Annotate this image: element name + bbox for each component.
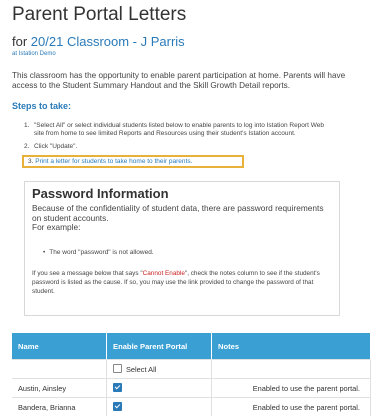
- subtitle-prefix: for: [12, 34, 27, 49]
- step-number: 2.: [24, 143, 34, 151]
- classroom-link[interactable]: 20/21 Classroom - J Parris: [31, 34, 185, 49]
- column-header-enable-parent-portal[interactable]: Enable Parent Portal: [107, 333, 212, 360]
- parent-portal-letters-page: Parent Portal Letters for 20/21 Classroo…: [0, 0, 371, 385]
- password-note: If you see a message below that says "Ca…: [32, 269, 332, 296]
- student-name: Bandera, Brianna: [12, 398, 107, 416]
- step-number: 3.: [28, 158, 33, 165]
- password-info-example: For example:: [32, 222, 80, 232]
- enable-parent-portal-checkbox[interactable]: [113, 383, 122, 392]
- table-row: Austin, Ainsley Enabled to use the paren…: [12, 379, 371, 398]
- password-rule-item: The word "password" is not allowed.: [43, 249, 154, 256]
- student-note: Enabled to use the parent portal.: [212, 379, 371, 398]
- password-info-box: Password Information Because of the conf…: [24, 181, 340, 316]
- page-subtitle: for 20/21 Classroom - J Parris: [12, 34, 185, 49]
- password-note-pre: If you see a message below that says ": [32, 270, 143, 277]
- print-letter-link[interactable]: Print a letter for students to take home…: [35, 158, 192, 165]
- step-text: "Select All" or select individual studen…: [34, 122, 324, 129]
- column-header-notes[interactable]: Notes: [212, 333, 371, 360]
- student-name: Austin, Ainsley: [12, 379, 107, 398]
- table-row: Bandera, Brianna Enabled to use the pare…: [12, 398, 371, 416]
- select-all-label[interactable]: Select All: [126, 365, 156, 374]
- step-item: 1."Select All" or select individual stud…: [24, 122, 364, 138]
- password-info-text: Because of the confidentiality of studen…: [32, 204, 332, 233]
- password-info-body: Because of the confidentiality of studen…: [32, 203, 324, 223]
- intro-text: This classroom has the opportunity to en…: [12, 71, 367, 91]
- column-header-name[interactable]: Name: [12, 333, 107, 360]
- select-all-checkbox[interactable]: [113, 364, 122, 373]
- step-item: 2.Click "Update".: [24, 143, 364, 151]
- step-text-continued: site from home to see limited Reports an…: [24, 130, 364, 138]
- table-header-row: Name Enable Parent Portal Notes: [12, 333, 371, 360]
- steps-heading: Steps to take:: [12, 101, 71, 111]
- steps-list: 1."Select All" or select individual stud…: [24, 122, 364, 156]
- enable-parent-portal-checkbox[interactable]: [113, 402, 122, 411]
- step-print-letter-highlight: 3. Print a letter for students to take h…: [22, 155, 244, 168]
- student-note: Enabled to use the parent portal.: [212, 398, 371, 416]
- select-all-cell: Select All: [107, 360, 212, 379]
- enable-cell: [107, 398, 212, 416]
- select-all-row: Select All: [12, 360, 371, 379]
- students-table: Name Enable Parent Portal Notes Select A…: [12, 333, 371, 416]
- step-text: Click "Update".: [34, 143, 77, 150]
- enable-cell: [107, 379, 212, 398]
- table-cell: [212, 360, 371, 379]
- password-info-title: Password Information: [32, 186, 169, 201]
- table-cell: [12, 360, 107, 379]
- organization-link[interactable]: at Istation Demo: [12, 51, 56, 57]
- page-title: Parent Portal Letters: [12, 4, 186, 26]
- cannot-enable-text: Cannot Enable: [143, 270, 185, 277]
- step-number: 1.: [24, 122, 34, 130]
